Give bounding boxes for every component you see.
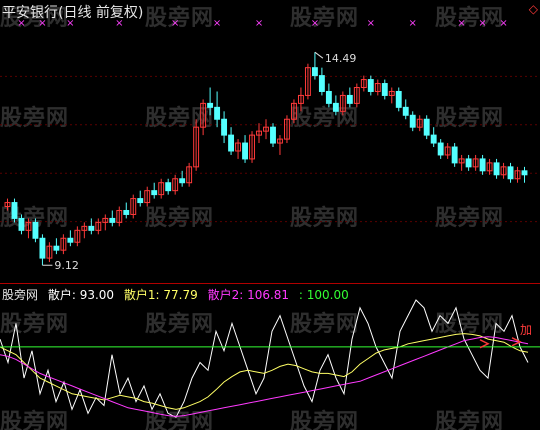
- signal-marker: ×: [367, 18, 375, 29]
- indicator-s1-value: 散户1: 77.79: [123, 288, 198, 302]
- candle-body: [151, 190, 158, 196]
- candle-body: [207, 102, 214, 108]
- diamond-outline-icon[interactable]: ◇: [529, 2, 538, 16]
- candle-body: [109, 217, 116, 223]
- signal-marker: ×: [213, 18, 221, 29]
- candle-body: [395, 90, 402, 108]
- indicator-s2-value: 散户2: 106.81: [207, 288, 290, 302]
- candle-body: [11, 202, 18, 219]
- candle-body: [521, 170, 528, 176]
- candle-body: [451, 146, 458, 164]
- price-low-label: 9.12: [54, 259, 79, 272]
- candle-body: [214, 106, 221, 120]
- stock-chart-window: 股旁网 股旁网 股旁网 股旁网 股旁网 股旁网 股旁网 股旁网 股旁网 股旁网 …: [0, 0, 540, 430]
- candle-body: [88, 225, 95, 231]
- price-and-indicator-chart[interactable]: × × × × × × × × × × × × ×14.499.12: [0, 0, 540, 430]
- signal-label: 加: [520, 323, 533, 337]
- candle-body: [430, 134, 437, 144]
- candle-body: [242, 142, 248, 160]
- candle-body: [367, 79, 374, 92]
- candle-body: [137, 198, 144, 204]
- candle-body: [493, 162, 500, 176]
- chart-title: 平安银行(日线 前复权): [2, 5, 144, 21]
- candle-body: [228, 134, 235, 152]
- candle-body: [325, 90, 332, 104]
- signal-marker: ×: [478, 18, 486, 29]
- high-pointer: [314, 51, 324, 59]
- indicator-s3-value: : 100.00: [298, 288, 349, 302]
- indicator-name: 股旁网: [2, 288, 39, 302]
- candle-body: [179, 178, 186, 184]
- indicator-line: [0, 333, 529, 410]
- price-high-label: 14.49: [325, 52, 357, 65]
- candle-body: [18, 217, 25, 231]
- candle-body: [507, 166, 514, 180]
- indicator-s-value: 散户: 93.00: [47, 288, 115, 302]
- signal-marker: ×: [409, 18, 417, 29]
- candle-body: [67, 237, 74, 243]
- signal-marker: ×: [255, 18, 263, 29]
- candle-body: [346, 94, 353, 104]
- candle-body: [39, 237, 46, 259]
- signal-marker: ×: [311, 18, 319, 29]
- signal-marker: ×: [457, 18, 465, 29]
- candle-body: [479, 158, 486, 172]
- signal-marker: ×: [171, 18, 179, 29]
- indicator-legend: 股旁网 散户: 93.00 散户1: 77.79 散户2: 106.81 : 1…: [2, 286, 355, 303]
- candle-body: [123, 209, 130, 215]
- candle-body: [409, 114, 416, 128]
- candle-body: [270, 126, 276, 144]
- candle-body: [402, 106, 409, 116]
- candle-body: [423, 118, 430, 136]
- signal-marker: ×: [499, 18, 507, 29]
- candle-body: [381, 83, 388, 96]
- candle-body: [332, 102, 339, 112]
- candle-body: [53, 245, 60, 251]
- candle-body: [221, 118, 228, 136]
- candle-body: [318, 75, 325, 92]
- candle-body: [32, 221, 39, 239]
- candle-body: [437, 142, 444, 156]
- panel-separator: [0, 283, 540, 284]
- candle-body: [465, 158, 472, 168]
- candle-body: [311, 67, 318, 77]
- candle-body: [165, 182, 172, 192]
